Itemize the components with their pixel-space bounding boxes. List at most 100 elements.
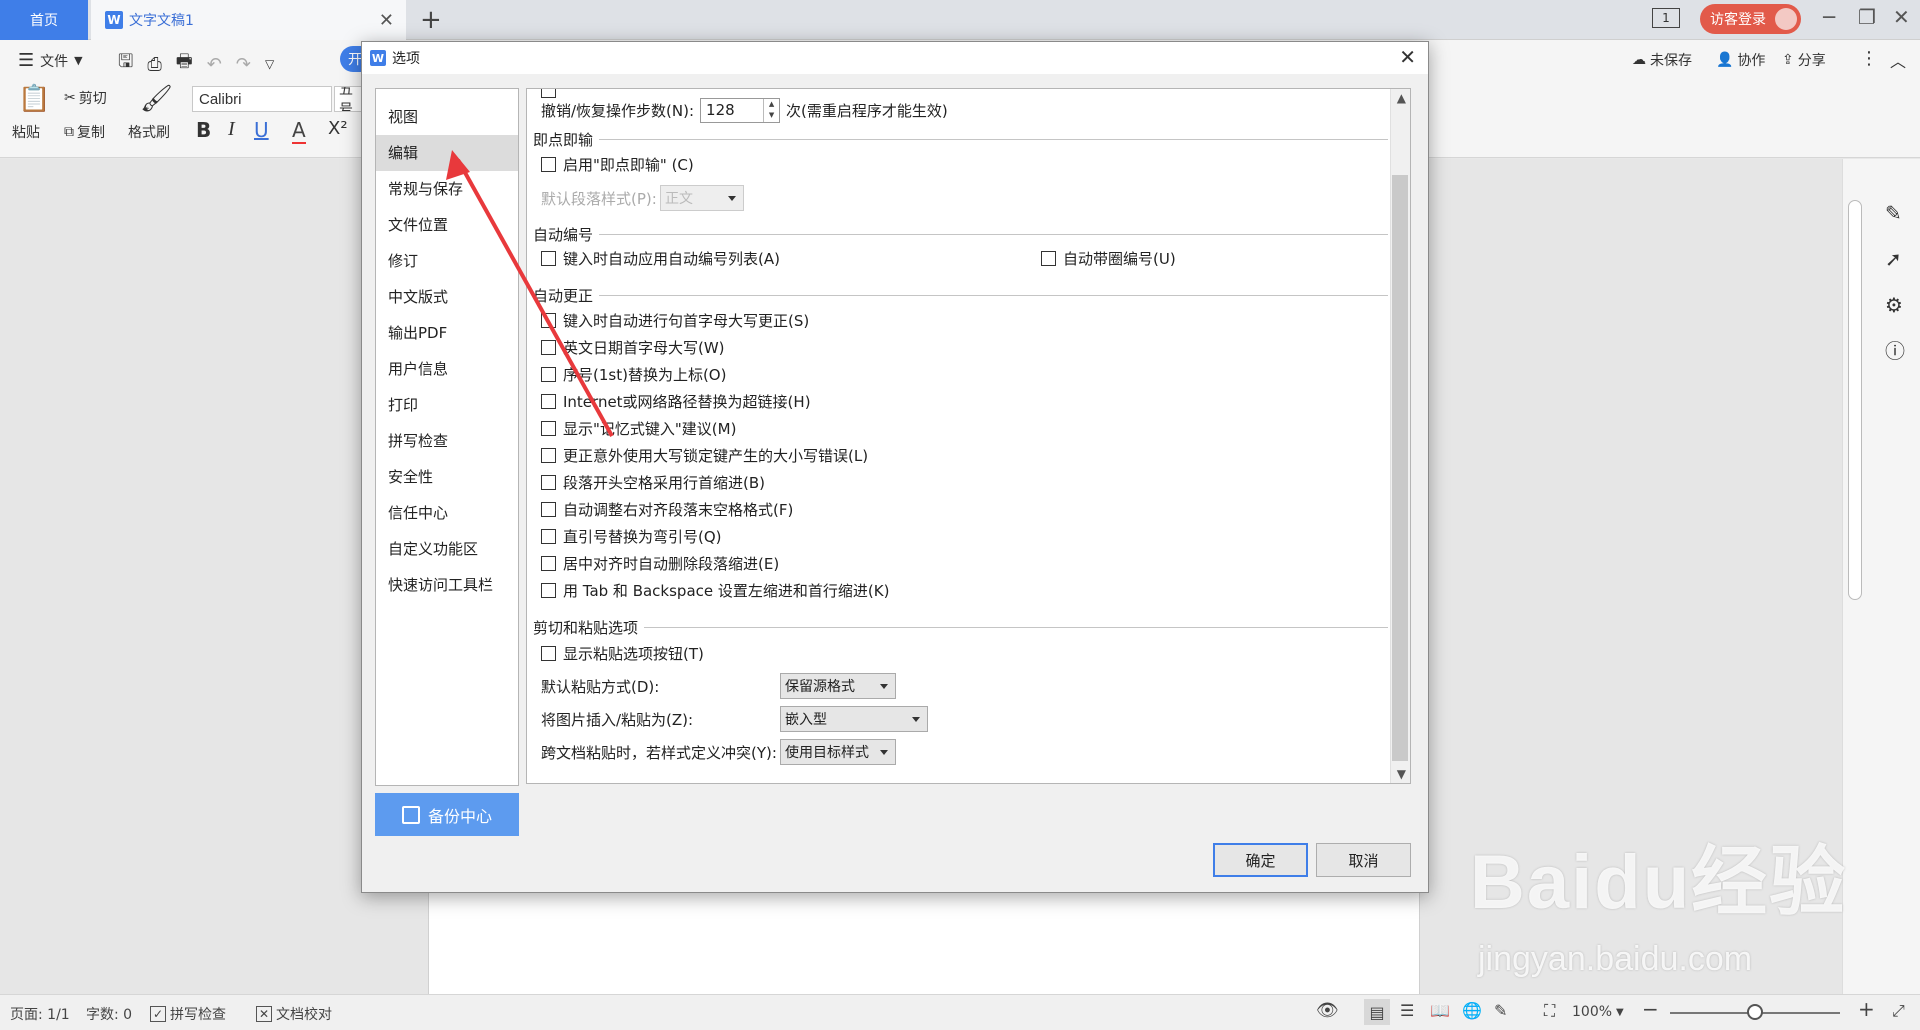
autocorrect-option[interactable]: 更正意外使用大写锁定键产生的大小写错误(L) — [541, 444, 868, 466]
checkbox[interactable] — [1041, 250, 1056, 266]
bold-button[interactable]: B — [196, 118, 211, 142]
font-name-select[interactable]: Calibri — [192, 86, 332, 112]
more-icon[interactable]: ▽ — [265, 57, 274, 71]
scrollbar-thumb[interactable] — [1392, 175, 1408, 761]
pen-icon[interactable]: ✎ — [1885, 201, 1902, 225]
document-page[interactable] — [428, 893, 1420, 994]
cross-doc-paste-select[interactable]: 使用目标样式 — [780, 739, 896, 765]
help-icon[interactable]: ⓘ — [1885, 335, 1905, 364]
copy-button[interactable]: ⧉ 复制 — [64, 122, 105, 142]
nav-item-customize-ribbon[interactable]: 自定义功能区 — [376, 531, 518, 567]
reading-view-icon[interactable]: 📖 — [1430, 1001, 1450, 1020]
more-options-icon[interactable]: ⋮ — [1860, 48, 1878, 69]
format-painter-button[interactable]: 格式刷 — [128, 122, 170, 142]
minimize-icon[interactable]: ─ — [1823, 5, 1835, 29]
autocorrect-option[interactable]: 英文日期首字母大写(W) — [541, 336, 725, 358]
tab-home[interactable]: 首页 — [0, 0, 88, 40]
nav-item-quick-access[interactable]: 快速访问工具栏 — [376, 567, 518, 603]
eye-icon[interactable]: 👁 — [1316, 1000, 1339, 1021]
nav-item-chinese-layout[interactable]: 中文版式 — [376, 279, 518, 315]
checkbox[interactable] — [541, 89, 556, 98]
superscript-button[interactable]: X² — [328, 118, 348, 139]
checkbox[interactable] — [541, 366, 556, 382]
auto-circle-number-option[interactable]: 自动带圈编号(U) — [1041, 247, 1176, 269]
checkbox[interactable] — [541, 501, 556, 517]
undo-icon[interactable]: ↶ — [207, 54, 222, 75]
save-icon[interactable]: 🖫 — [118, 49, 133, 79]
undo-steps-stepper[interactable]: 128 ▲ ▼ — [700, 97, 781, 123]
nav-item-trust-center[interactable]: 信任中心 — [376, 495, 518, 531]
nav-item-edit[interactable]: 编辑 — [376, 135, 518, 171]
dialog-titlebar[interactable]: W 选项 ✕ — [362, 42, 1428, 74]
default-para-style-select[interactable]: 正文 — [660, 185, 744, 211]
checkbox[interactable] — [541, 420, 556, 436]
scroll-down-icon[interactable]: ▼ — [1397, 767, 1406, 781]
collapse-ribbon-icon[interactable]: ︿ — [1890, 48, 1906, 72]
checkbox[interactable] — [541, 156, 556, 172]
autocorrect-option[interactable]: 显示"记忆式键入"建议(M) — [541, 417, 736, 439]
cursor-icon[interactable]: ➚ — [1885, 247, 1902, 271]
zoom-in-icon[interactable]: + — [1858, 997, 1875, 1021]
options-scrollbar[interactable]: ▲ ▼ — [1390, 89, 1410, 783]
autocorrect-option[interactable]: 键入时自动进行句首字母大写更正(S) — [541, 309, 809, 331]
auto-number-list-option[interactable]: 键入时自动应用自动编号列表(A) — [541, 247, 780, 269]
autocorrect-option[interactable]: 居中对齐时自动删除段落缩进(E) — [541, 552, 779, 574]
fit-page-icon[interactable]: ⛶ — [1544, 1001, 1555, 1021]
print-preview-icon[interactable]: ⎙ — [147, 54, 161, 75]
spell-check-button[interactable]: ✓ 拼写检查 — [150, 1004, 226, 1024]
nav-item-security[interactable]: 安全性 — [376, 459, 518, 495]
ok-button[interactable]: 确定 — [1213, 843, 1308, 877]
autocorrect-option[interactable]: 直引号替换为弯引号(Q) — [541, 525, 722, 547]
default-paste-select[interactable]: 保留源格式 — [780, 673, 896, 699]
autocorrect-option[interactable]: Internet或网络路径替换为超链接(H) — [541, 390, 811, 412]
checkbox[interactable] — [541, 339, 556, 355]
cut-button[interactable]: ✂ 剪切 — [64, 88, 107, 108]
font-color-button[interactable]: A — [292, 118, 306, 144]
nav-item-spell-check[interactable]: 拼写检查 — [376, 423, 518, 459]
page-indicator[interactable]: 页面: 1/1 — [10, 1004, 70, 1024]
checkbox[interactable] — [541, 447, 556, 463]
cancel-button[interactable]: 取消 — [1316, 843, 1411, 877]
web-view-icon[interactable]: 🌐 — [1462, 1001, 1482, 1020]
nav-item-print[interactable]: 打印 — [376, 387, 518, 423]
checkbox[interactable] — [541, 645, 556, 661]
autocorrect-option[interactable]: 段落开头空格采用行首缩进(B) — [541, 471, 765, 493]
nav-item-file-location[interactable]: 文件位置 — [376, 207, 518, 243]
document-scrollbar[interactable] — [1848, 200, 1862, 600]
checkbox[interactable] — [541, 474, 556, 490]
close-window-icon[interactable]: ✕ — [1893, 5, 1910, 29]
autocorrect-option[interactable]: 序号(1st)替换为上标(O) — [541, 363, 726, 385]
scroll-up-icon[interactable]: ▲ — [1397, 91, 1406, 105]
nav-item-export-pdf[interactable]: 输出PDF — [376, 315, 518, 351]
autocorrect-option[interactable]: 自动调整右对齐段落末空格格式(F) — [541, 498, 793, 520]
print-icon[interactable]: 🖶 — [176, 49, 193, 79]
italic-button[interactable]: I — [228, 118, 235, 141]
image-paste-select[interactable]: 嵌入型 — [780, 706, 928, 732]
checkbox[interactable] — [541, 582, 556, 598]
stepper-arrows-icon[interactable]: ▲ ▼ — [763, 98, 779, 122]
nav-item-general-save[interactable]: 常规与保存 — [376, 171, 518, 207]
collab-button[interactable]: 👤 协作 — [1716, 50, 1765, 70]
edit-view-icon[interactable]: ✎ — [1494, 1001, 1507, 1020]
outline-view-icon[interactable]: ☰ — [1400, 1001, 1414, 1020]
adjust-icon[interactable]: ⚙ — [1885, 293, 1903, 317]
paste-icon[interactable]: 📋 — [18, 84, 50, 114]
word-count[interactable]: 字数: 0 — [86, 1004, 132, 1024]
login-button[interactable]: 访客登录 — [1700, 4, 1801, 34]
page-badge-icon[interactable]: 1 — [1652, 8, 1680, 28]
page-view-icon[interactable]: ▤ — [1364, 999, 1390, 1025]
checkbox[interactable] — [541, 555, 556, 571]
checkbox[interactable] — [541, 528, 556, 544]
new-tab-button[interactable]: + — [420, 5, 442, 35]
nav-item-revision[interactable]: 修订 — [376, 243, 518, 279]
format-painter-icon[interactable]: 🖌 — [140, 84, 173, 114]
share-button[interactable]: ⇪ 分享 — [1782, 50, 1826, 70]
checkbox[interactable] — [541, 393, 556, 409]
unsaved-status[interactable]: ☁ 未保存 — [1632, 50, 1692, 70]
paste-button[interactable]: 粘贴 — [12, 122, 40, 142]
zoom-slider-handle[interactable] — [1747, 1004, 1763, 1020]
redo-icon[interactable]: ↷ — [236, 54, 251, 75]
checkbox[interactable] — [541, 250, 556, 266]
backup-center-button[interactable]: 备份中心 — [375, 793, 519, 836]
zoom-level[interactable]: 100% ▼ — [1572, 1004, 1624, 1020]
